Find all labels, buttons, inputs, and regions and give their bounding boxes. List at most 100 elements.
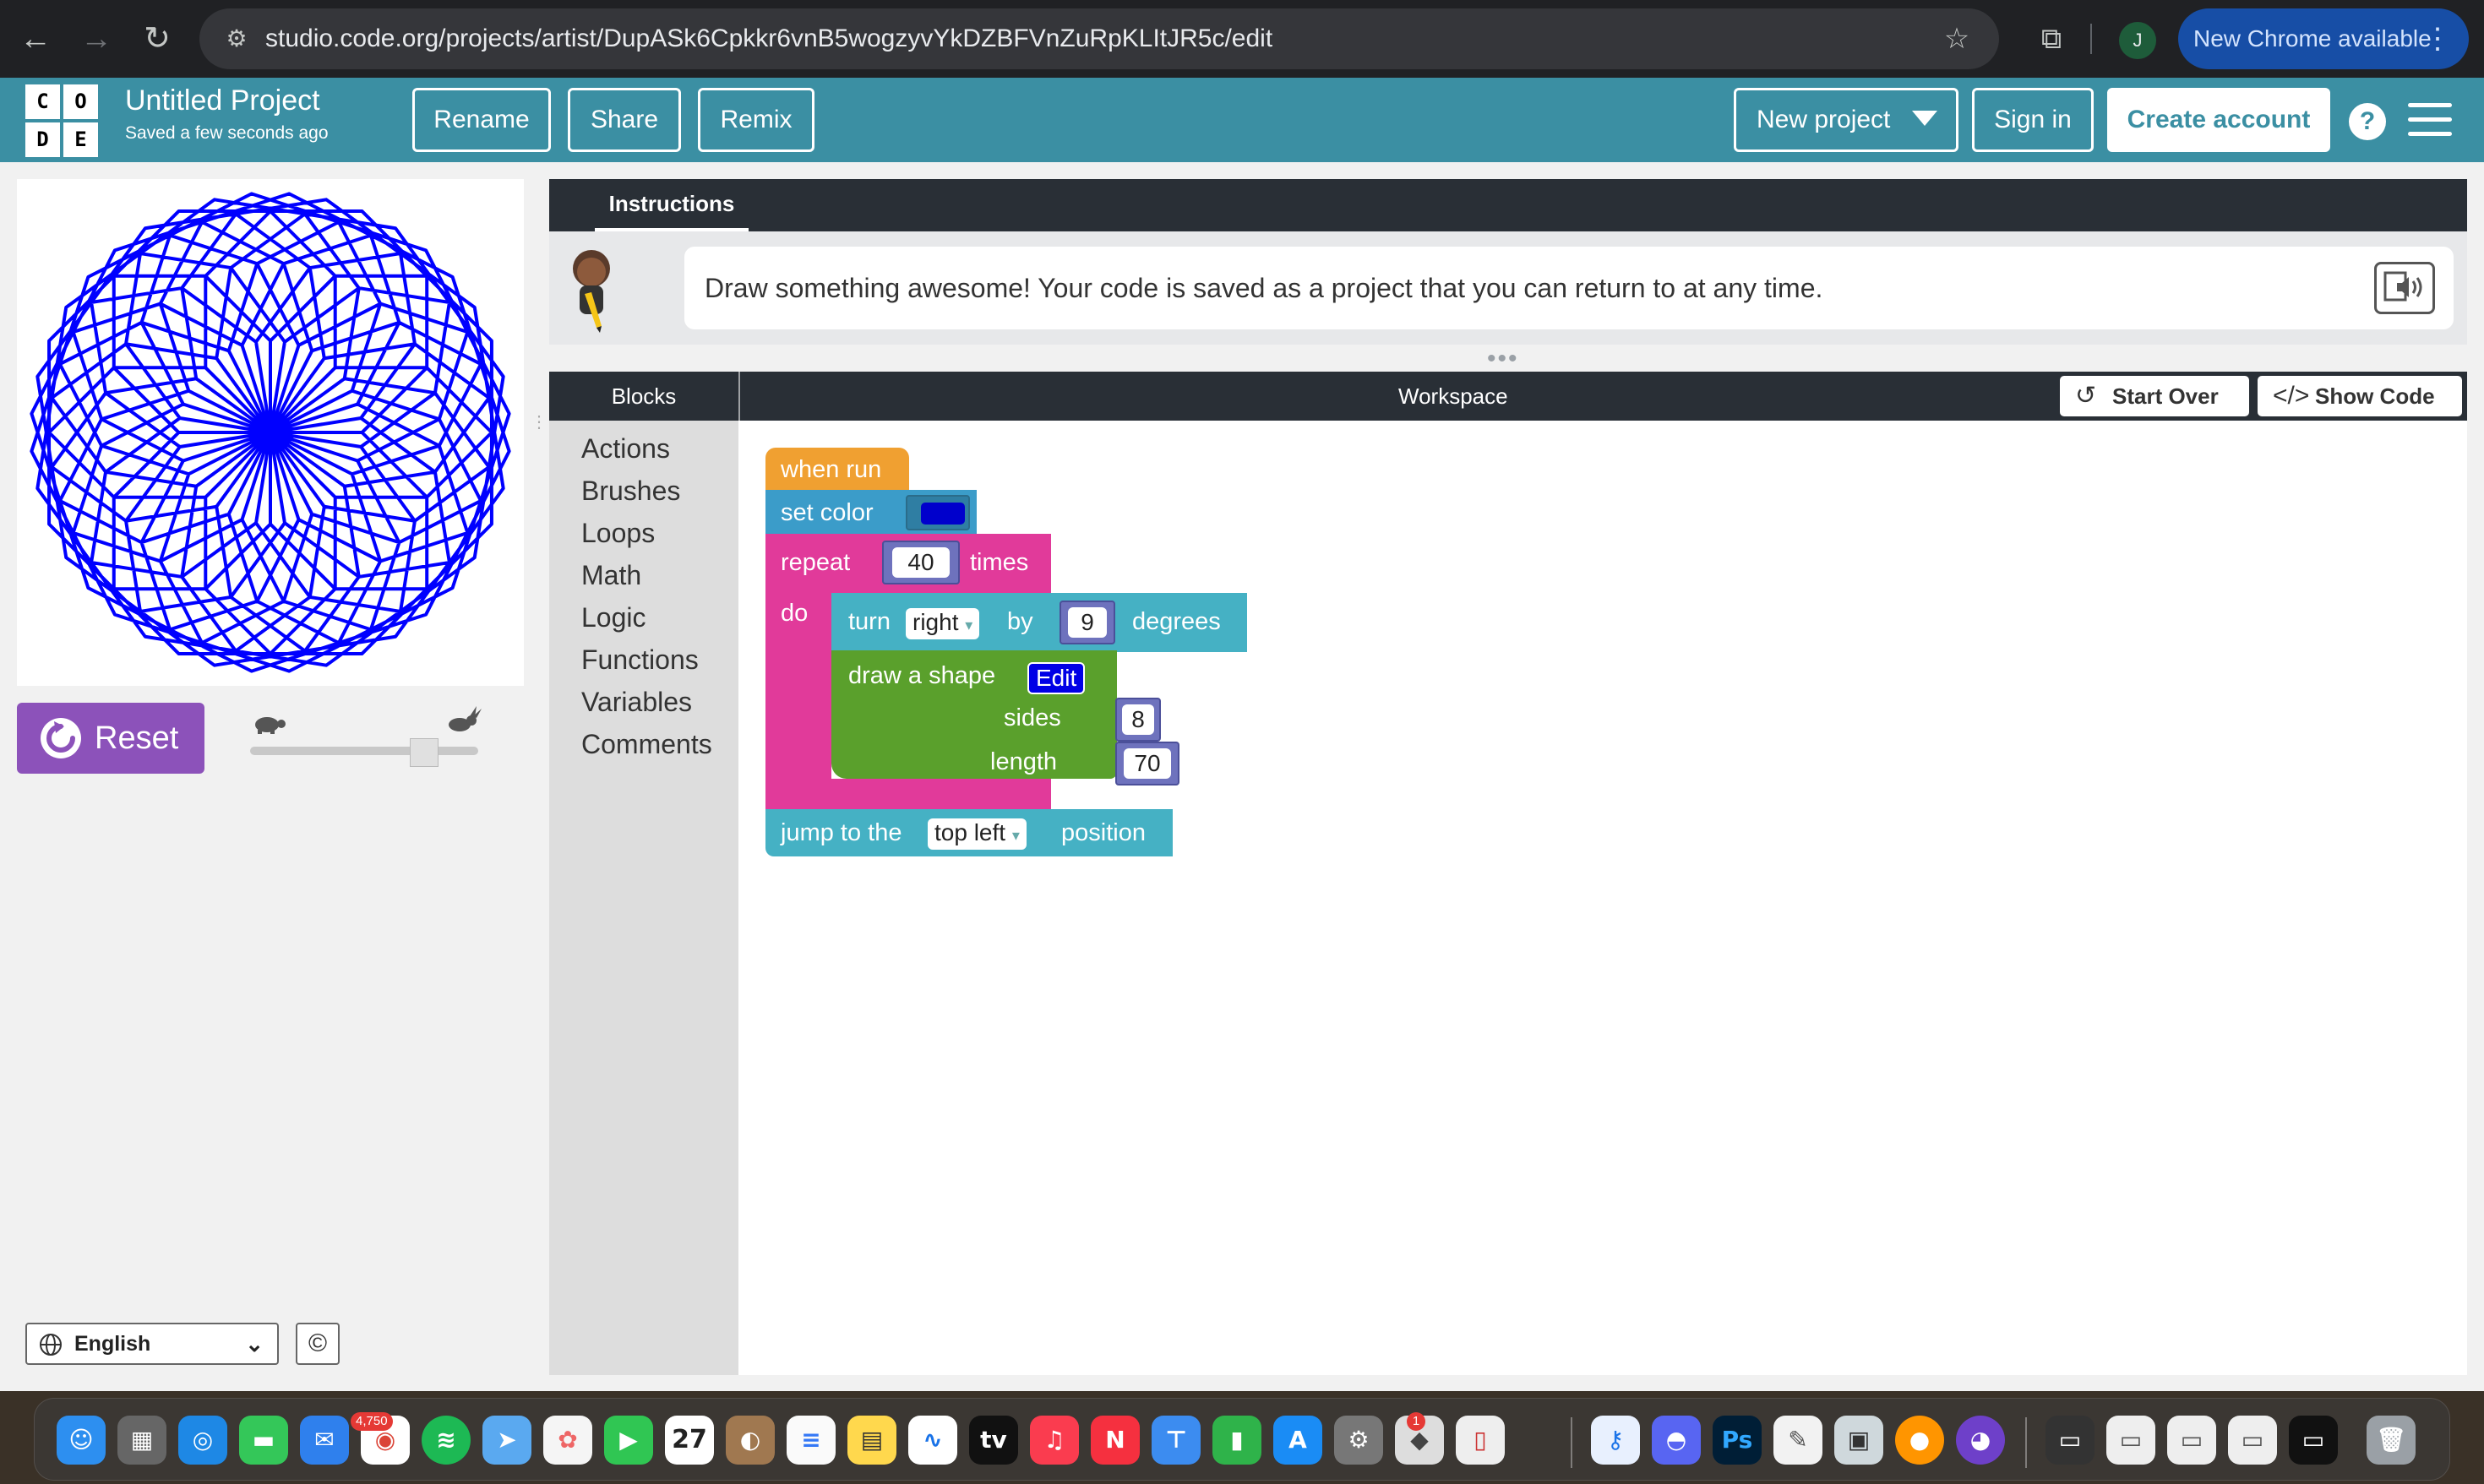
- preview-icon[interactable]: ▣: [1834, 1416, 1883, 1465]
- toolbar-divider: [2090, 24, 2092, 54]
- spotify-icon[interactable]: ≋: [422, 1416, 471, 1465]
- edit-function-button[interactable]: Edit: [1027, 662, 1086, 694]
- category-actions[interactable]: Actions: [549, 427, 738, 470]
- maps-icon[interactable]: ➤: [482, 1416, 531, 1465]
- contacts-icon[interactable]: ◐: [726, 1416, 775, 1465]
- textedit-icon[interactable]: ✎: [1773, 1416, 1822, 1465]
- color-input[interactable]: [906, 495, 970, 530]
- finder-icon[interactable]: ☺: [57, 1416, 106, 1465]
- messages-icon[interactable]: ▬: [239, 1416, 288, 1465]
- photos-icon[interactable]: ✿: [543, 1416, 592, 1465]
- length-input[interactable]: 70: [1115, 742, 1179, 785]
- category-functions[interactable]: Functions: [549, 639, 738, 681]
- turn-amount-value[interactable]: 9: [1068, 607, 1107, 638]
- github-icon[interactable]: ◕: [1956, 1416, 2005, 1465]
- numbers-icon[interactable]: ▮: [1212, 1416, 1261, 1465]
- jump-target-dropdown[interactable]: top left ▾: [928, 818, 1027, 850]
- panel-resize-grip[interactable]: ⋮: [531, 414, 547, 451]
- bookmark-star-icon[interactable]: ☆: [1937, 19, 1977, 59]
- freeform-icon[interactable]: ∿: [908, 1416, 957, 1465]
- speaker-icon: [2383, 271, 2422, 302]
- copyright-button[interactable]: ©: [296, 1323, 340, 1365]
- repeat-count-input[interactable]: 40: [882, 541, 960, 584]
- apple-tv-icon[interactable]: tv: [969, 1416, 1018, 1465]
- notes-icon[interactable]: ▤: [847, 1416, 896, 1465]
- url-text[interactable]: studio.code.org/projects/artist/DupASk6C…: [265, 8, 1272, 69]
- show-code-button[interactable]: </> Show Code: [2258, 376, 2462, 416]
- category-logic[interactable]: Logic: [549, 596, 738, 639]
- reload-icon[interactable]: ↻: [133, 15, 181, 63]
- start-over-button[interactable]: ↺ Start Over: [2060, 376, 2249, 416]
- safari-icon[interactable]: ◎: [178, 1416, 227, 1465]
- window-thumbnail[interactable]: ▭: [2167, 1416, 2216, 1465]
- category-comments[interactable]: Comments: [549, 723, 738, 765]
- speed-thumb[interactable]: [409, 738, 439, 767]
- forward-icon[interactable]: →: [73, 15, 120, 63]
- create-account-button[interactable]: Create account: [2107, 88, 2330, 152]
- share-button[interactable]: Share: [568, 88, 681, 152]
- category-brushes[interactable]: Brushes: [549, 470, 738, 512]
- speed-track[interactable]: [250, 747, 478, 755]
- calendar-icon[interactable]: 27: [665, 1416, 714, 1465]
- launchpad-icon[interactable]: ▦: [117, 1416, 166, 1465]
- category-math[interactable]: Math: [549, 554, 738, 596]
- news-icon[interactable]: N: [1091, 1416, 1140, 1465]
- drawn-pattern: [30, 192, 511, 673]
- back-icon[interactable]: ←: [12, 15, 59, 63]
- text-to-speech-button[interactable]: [2374, 262, 2435, 314]
- window-thumbnail[interactable]: ▭: [2228, 1416, 2277, 1465]
- turn-direction-dropdown[interactable]: right ▾: [906, 608, 980, 639]
- new-project-dropdown[interactable]: New project: [1734, 88, 1958, 152]
- iphone-mirroring-icon[interactable]: ▯: [1456, 1416, 1505, 1465]
- rename-button[interactable]: Rename: [412, 88, 551, 152]
- reset-button[interactable]: Reset: [17, 703, 204, 774]
- category-variables[interactable]: Variables: [549, 681, 738, 723]
- keychain-icon[interactable]: ⚷: [1591, 1416, 1640, 1465]
- discord-icon[interactable]: ◓: [1652, 1416, 1701, 1465]
- jump-block[interactable]: jump to the top left ▾ position: [765, 809, 1173, 856]
- window-thumbnail[interactable]: ▭: [2106, 1416, 2155, 1465]
- when-run-block[interactable]: when run: [765, 448, 909, 492]
- code-workspace[interactable]: when run set color repeat 40 times do tu…: [738, 421, 2467, 1375]
- trash-icon[interactable]: 🗑: [2367, 1416, 2416, 1465]
- language-select[interactable]: English ⌄: [25, 1323, 279, 1365]
- window-thumbnail[interactable]: ▭: [2045, 1416, 2095, 1465]
- turn-amount-input[interactable]: 9: [1060, 601, 1115, 644]
- extensions-icon[interactable]: ⧉: [2028, 15, 2075, 63]
- mail-icon[interactable]: ✉: [300, 1416, 349, 1465]
- reminders-icon[interactable]: ≡: [787, 1416, 836, 1465]
- code-icon: </>: [2273, 382, 2310, 410]
- address-bar[interactable]: ⚙ studio.code.org/projects/artist/DupASk…: [199, 8, 1999, 69]
- sign-in-button[interactable]: Sign in: [1972, 88, 2094, 152]
- system-settings-icon[interactable]: ⚙: [1334, 1416, 1383, 1465]
- music-icon[interactable]: ♫: [1030, 1416, 1079, 1465]
- app-store-icon[interactable]: A: [1273, 1416, 1322, 1465]
- speed-slider[interactable]: [245, 706, 482, 770]
- repeat-count-value[interactable]: 40: [892, 547, 950, 578]
- hamburger-menu-icon[interactable]: [2408, 103, 2452, 137]
- window-thumbnail[interactable]: ▭: [2289, 1416, 2338, 1465]
- dock-shelf: ☺ ▦ ◎ ▬ ✉ ◉ ≋ ➤ ✿ ▶ 27 ◐ ≡ ▤ ∿ tv ♫ N ⊤ …: [34, 1398, 2450, 1481]
- help-icon[interactable]: ?: [2349, 103, 2386, 140]
- profile-avatar[interactable]: J: [2119, 22, 2156, 59]
- site-info-icon[interactable]: ⚙: [218, 20, 255, 57]
- category-loops[interactable]: Loops: [549, 512, 738, 554]
- facetime-icon[interactable]: ▶: [604, 1416, 653, 1465]
- keynote-icon[interactable]: ⊤: [1152, 1416, 1201, 1465]
- jump-target-value: top left: [934, 819, 1006, 845]
- sides-input[interactable]: 8: [1115, 698, 1161, 742]
- rabbit-icon: [449, 706, 482, 731]
- sides-value[interactable]: 8: [1122, 704, 1154, 735]
- chrome-update-button[interactable]: New Chrome available ⋮: [2178, 8, 2469, 69]
- remix-button[interactable]: Remix: [698, 88, 814, 152]
- length-value[interactable]: 70: [1124, 748, 1171, 779]
- color-swatch[interactable]: [921, 503, 965, 525]
- photoshop-icon[interactable]: Ps: [1713, 1416, 1762, 1465]
- set-color-block[interactable]: set color: [765, 490, 977, 535]
- tab-instructions[interactable]: Instructions: [595, 179, 749, 231]
- code-org-logo[interactable]: C O D E: [25, 84, 98, 157]
- workspace-title: Workspace: [1398, 383, 1508, 409]
- firefox-icon[interactable]: ●: [1895, 1416, 1944, 1465]
- resize-handle[interactable]: •••: [1487, 346, 1519, 372]
- turn-block[interactable]: turn right ▾ by 9 degrees: [831, 593, 1247, 652]
